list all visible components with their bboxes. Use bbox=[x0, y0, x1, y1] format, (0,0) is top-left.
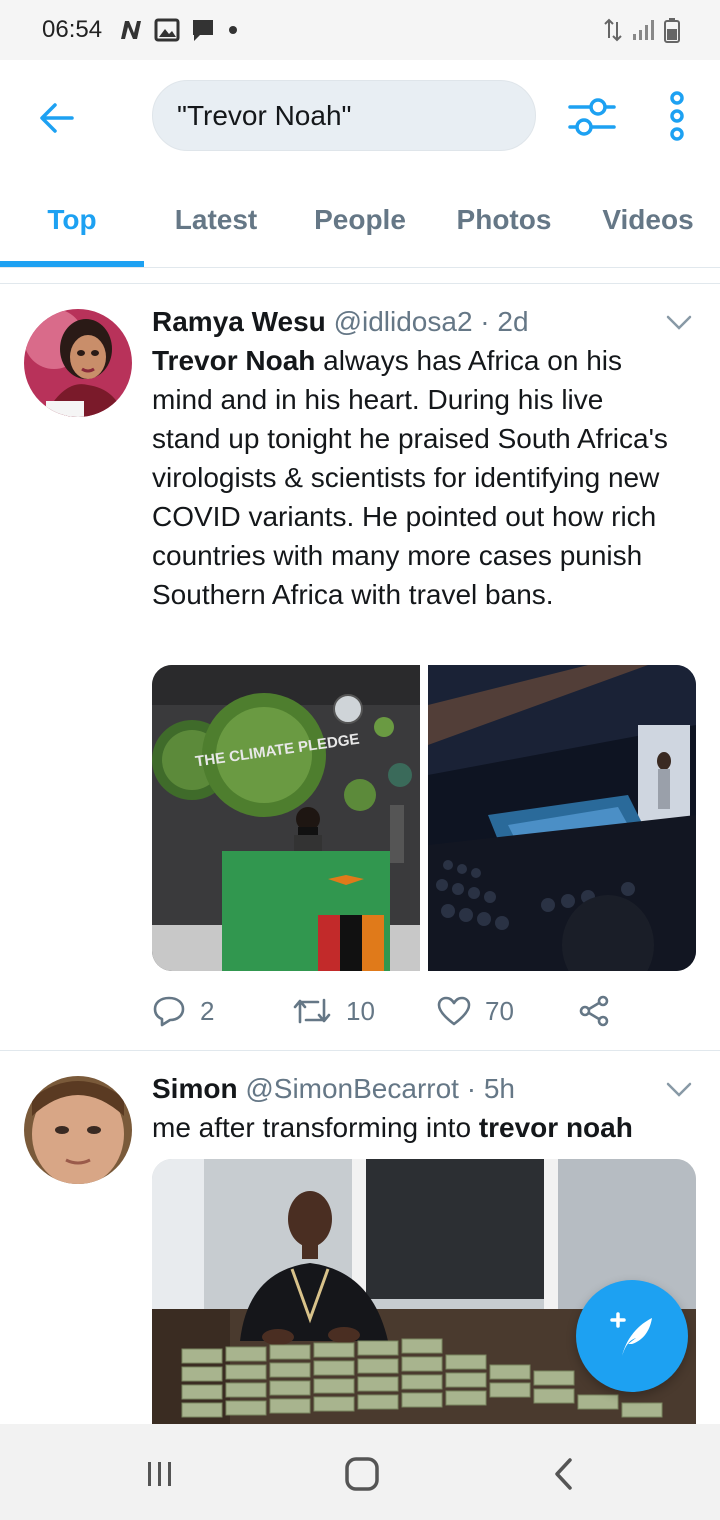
media-grid: THE CLIMATE PLEDGE bbox=[152, 665, 696, 971]
system-icons bbox=[604, 16, 680, 44]
climate-pledge-photo: THE CLIMATE PLEDGE bbox=[152, 665, 420, 971]
tweet-header: Ramya Wesu @idlidosa2 · 2d bbox=[152, 306, 529, 338]
author-handle-time: @SimonBecarrot · 5h bbox=[245, 1073, 515, 1104]
signal-icon bbox=[633, 20, 654, 40]
avatar[interactable] bbox=[24, 1076, 132, 1184]
more-vertical-icon bbox=[670, 91, 684, 141]
chevron-down-icon[interactable] bbox=[666, 1081, 692, 1099]
image-icon bbox=[154, 18, 180, 42]
author-handle-time: @idlidosa2 · 2d bbox=[333, 306, 529, 337]
chevron-down-icon[interactable] bbox=[666, 314, 692, 332]
reply-button[interactable]: 2 bbox=[152, 989, 214, 1033]
divider bbox=[0, 268, 720, 284]
search-input[interactable]: "Trevor Noah" bbox=[152, 80, 536, 151]
search-tabs: Top Latest People Photos Videos bbox=[0, 172, 720, 268]
tweet-text-body: me after transforming into bbox=[152, 1112, 479, 1143]
avatar[interactable] bbox=[24, 309, 132, 417]
share-icon bbox=[579, 995, 609, 1027]
more-options-button[interactable] bbox=[662, 90, 692, 142]
back-icon bbox=[555, 1458, 572, 1490]
tab-photos[interactable]: Photos bbox=[432, 172, 576, 268]
highlighted-term: Trevor Noah bbox=[152, 345, 316, 376]
compose-tweet-button[interactable] bbox=[576, 1280, 688, 1392]
highlighted-term: trevor noah bbox=[478, 1112, 633, 1143]
heart-icon bbox=[437, 996, 471, 1026]
tweet-photo[interactable] bbox=[428, 665, 696, 971]
recent-apps-button[interactable] bbox=[130, 1452, 190, 1496]
tab-top[interactable]: Top bbox=[0, 172, 144, 268]
like-count: 70 bbox=[485, 995, 514, 1026]
avatar-image bbox=[24, 309, 132, 417]
home-icon bbox=[345, 1457, 379, 1491]
home-button[interactable] bbox=[332, 1452, 392, 1496]
active-tab-indicator bbox=[0, 261, 144, 267]
retweet-icon bbox=[293, 998, 331, 1024]
retweet-button[interactable]: 10 bbox=[292, 989, 375, 1033]
tweet-text: me after transforming into trevor noah bbox=[152, 1108, 692, 1147]
reply-icon bbox=[153, 996, 185, 1027]
tweet-photo[interactable]: THE CLIMATE PLEDGE bbox=[152, 665, 420, 971]
n-icon bbox=[121, 21, 141, 39]
status-time: 06:54 bbox=[42, 16, 103, 43]
back-button[interactable] bbox=[32, 96, 80, 140]
status-bar: 06:54 bbox=[0, 0, 720, 60]
tab-videos[interactable]: Videos bbox=[576, 172, 720, 268]
data-arrows-icon bbox=[604, 18, 622, 42]
author-name[interactable]: Simon bbox=[152, 1073, 238, 1104]
tweet-header: Simon @SimonBecarrot · 5h bbox=[152, 1073, 515, 1105]
retweet-count: 10 bbox=[346, 995, 375, 1026]
battery-icon bbox=[664, 18, 680, 43]
back-nav-button[interactable] bbox=[534, 1452, 594, 1496]
reply-count: 2 bbox=[200, 995, 215, 1026]
system-navigation-bar bbox=[0, 1424, 720, 1520]
author-name[interactable]: Ramya Wesu bbox=[152, 306, 326, 337]
like-button[interactable]: 70 bbox=[437, 989, 514, 1033]
tweet-text-body: always has Africa on his mind and in his… bbox=[152, 345, 668, 610]
search-query: "Trevor Noah" bbox=[177, 99, 352, 131]
search-filter-button[interactable] bbox=[566, 94, 618, 140]
theater-stage-photo bbox=[428, 665, 696, 971]
tab-latest[interactable]: Latest bbox=[144, 172, 288, 268]
avatar-image bbox=[24, 1076, 132, 1184]
arrow-left-icon bbox=[40, 103, 74, 133]
notification-icons bbox=[118, 16, 240, 44]
tweet-text: Trevor Noah always has Africa on his min… bbox=[152, 341, 672, 614]
tweet-actions: 2 10 70 bbox=[152, 989, 672, 1033]
tab-people[interactable]: People bbox=[288, 172, 432, 268]
search-header: "Trevor Noah" bbox=[0, 60, 720, 172]
recent-apps-icon bbox=[148, 1462, 171, 1486]
share-button[interactable] bbox=[578, 989, 610, 1033]
sliders-icon bbox=[568, 98, 616, 136]
compose-icon bbox=[610, 1312, 652, 1356]
dot-icon bbox=[229, 26, 237, 34]
message-icon bbox=[193, 20, 213, 41]
tweet[interactable]: Ramya Wesu @idlidosa2 · 2d Trevor Noah a… bbox=[0, 285, 720, 1051]
